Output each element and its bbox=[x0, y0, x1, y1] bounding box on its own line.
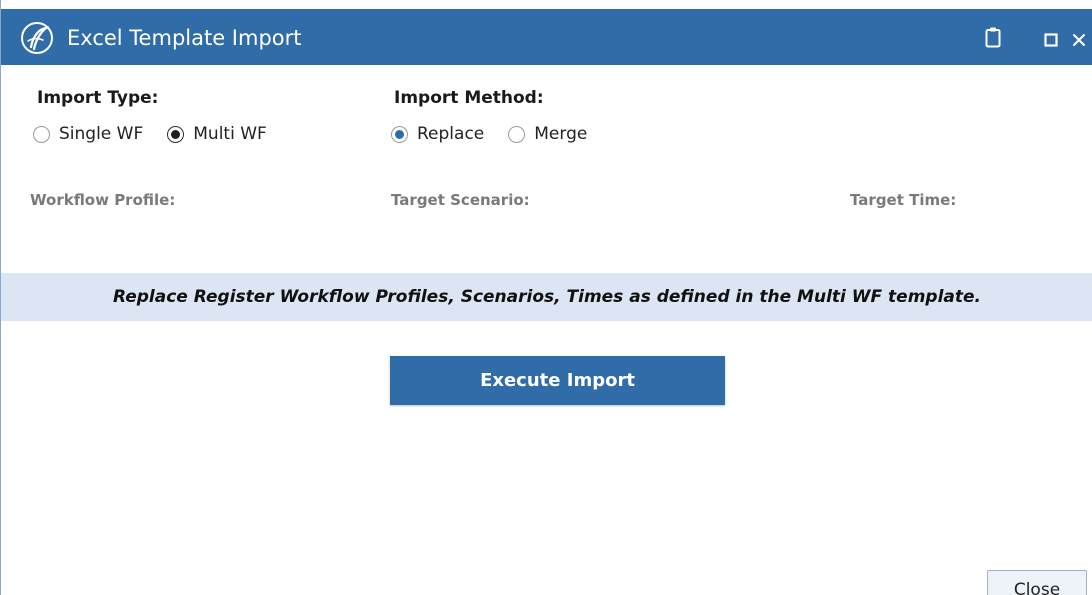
radio-merge-label: Merge bbox=[534, 124, 588, 144]
radio-merge[interactable]: Merge bbox=[508, 124, 587, 144]
import-type-radio-group: Single WF Multi WF bbox=[33, 124, 267, 144]
radio-multi-wf-label: Multi WF bbox=[193, 124, 267, 144]
radio-single-wf[interactable]: Single WF bbox=[33, 124, 143, 144]
app-logo-icon bbox=[21, 22, 53, 54]
import-method-label: Import Method: bbox=[394, 88, 544, 108]
radio-replace-indicator[interactable] bbox=[391, 125, 408, 143]
excel-template-import-dialog: Excel Template Import Import Type: Singl… bbox=[0, 0, 1092, 595]
radio-multi-wf-indicator[interactable] bbox=[167, 125, 185, 143]
execute-import-button[interactable]: Execute Import bbox=[390, 356, 725, 405]
target-scenario-label: Target Scenario: bbox=[391, 191, 530, 209]
info-message: Replace Register Workflow Profiles, Scen… bbox=[112, 287, 982, 307]
window-top-edge bbox=[1, 0, 1092, 9]
info-banner: Replace Register Workflow Profiles, Scen… bbox=[1, 273, 1092, 321]
workflow-profile-label: Workflow Profile: bbox=[30, 191, 176, 209]
window-title: Excel Template Import bbox=[67, 26, 302, 50]
import-type-label: Import Type: bbox=[37, 88, 159, 108]
radio-single-wf-label: Single WF bbox=[59, 124, 144, 144]
radio-replace-label: Replace bbox=[417, 124, 485, 144]
import-method-radio-group: Replace Merge bbox=[391, 124, 587, 144]
clipboard-icon[interactable] bbox=[985, 26, 1001, 48]
close-button[interactable]: Close bbox=[987, 570, 1087, 595]
radio-multi-wf[interactable]: Multi WF bbox=[167, 124, 267, 144]
title-bar[interactable]: Excel Template Import bbox=[1, 9, 1092, 65]
target-time-label: Target Time: bbox=[850, 191, 957, 209]
maximize-icon[interactable] bbox=[1044, 33, 1058, 47]
radio-replace[interactable]: Replace bbox=[391, 124, 484, 144]
radio-single-wf-indicator[interactable] bbox=[33, 125, 50, 143]
close-icon[interactable] bbox=[1072, 33, 1086, 47]
radio-merge-indicator[interactable] bbox=[508, 125, 526, 143]
